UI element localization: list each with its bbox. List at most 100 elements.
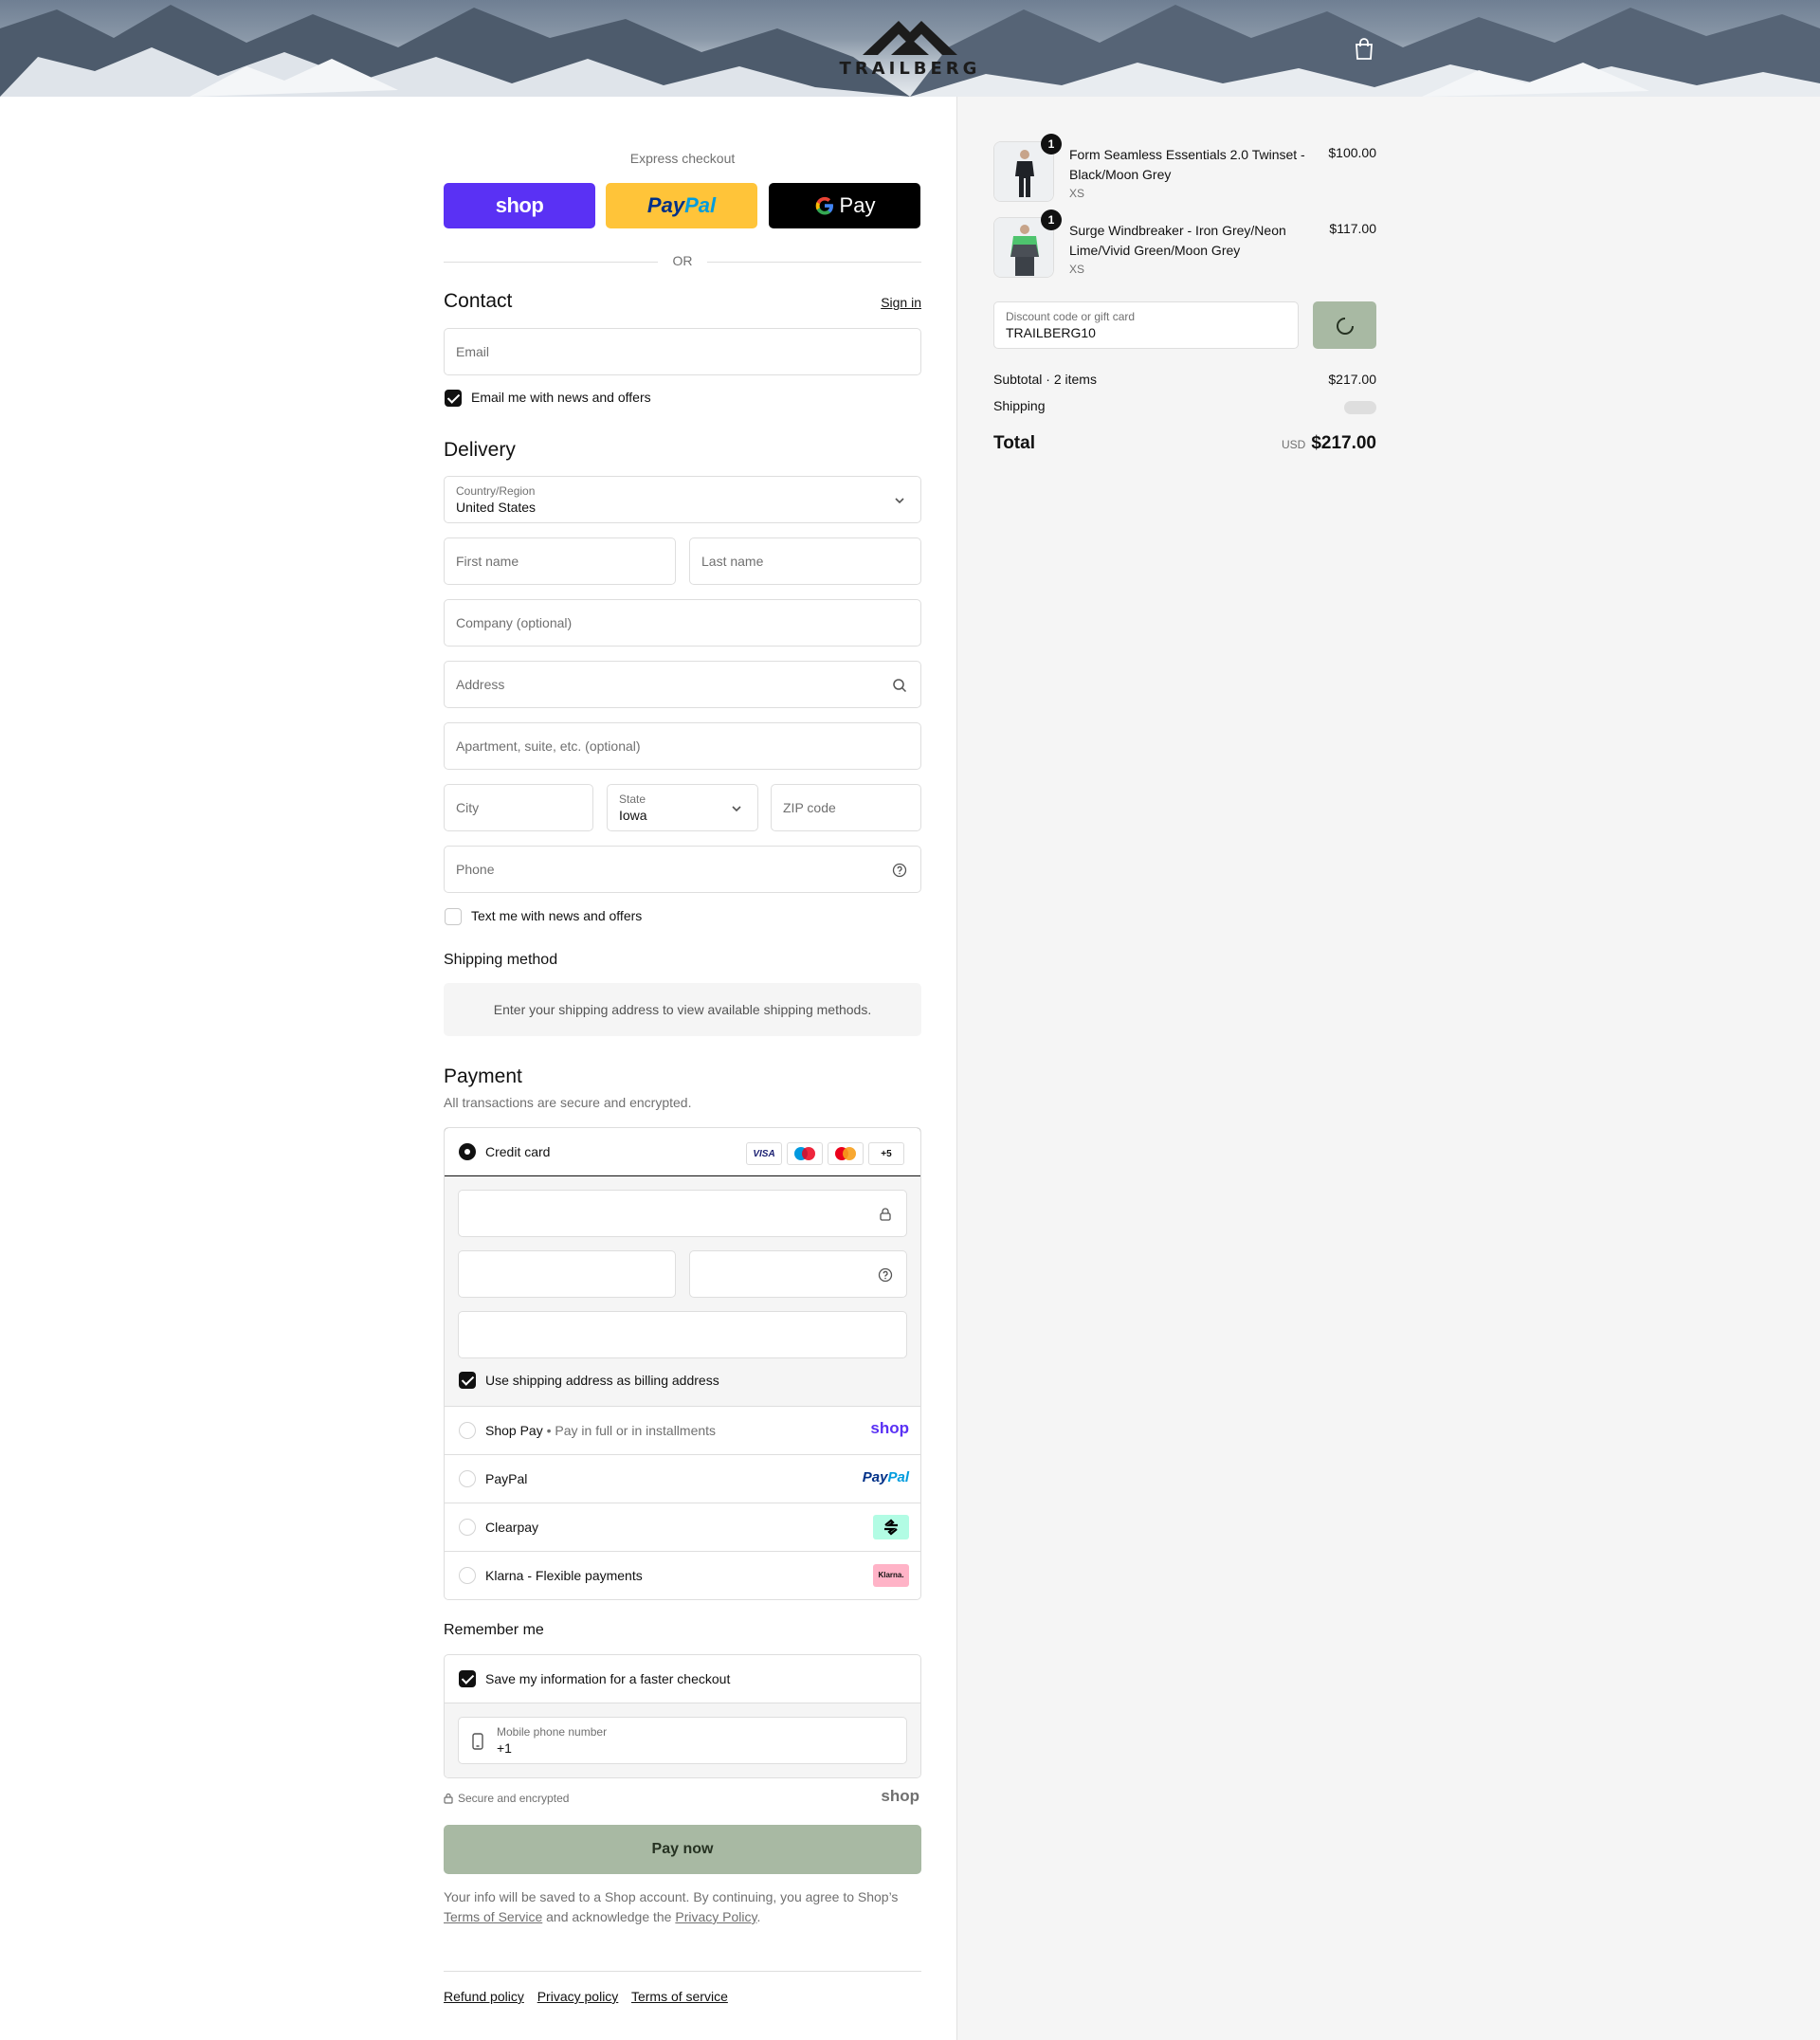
clearpay-label: Clearpay <box>485 1520 539 1535</box>
help-circle-icon[interactable] <box>878 1267 893 1283</box>
expiration-date-field[interactable] <box>458 1250 676 1298</box>
email-placeholder-text: Email <box>456 344 490 359</box>
shop-pay-radio[interactable] <box>459 1422 476 1439</box>
help-circle-icon[interactable] <box>892 863 907 878</box>
shipping-label: Shipping <box>993 398 1046 413</box>
order-summary-panel <box>956 97 1820 2040</box>
zip-placeholder: ZIP code <box>783 800 836 815</box>
country-select[interactable]: Country/Region United States <box>444 476 921 523</box>
header-banner: TRAILBERG <box>0 0 1820 97</box>
klarna-option[interactable]: Klarna - Flexible payments Klarna. <box>445 1552 920 1599</box>
paypal-express-button[interactable]: Pay Pal <box>606 183 757 228</box>
shop-pay-option[interactable]: Shop Pay • Pay in full or in installment… <box>445 1407 920 1455</box>
clearpay-option[interactable]: Clearpay <box>445 1503 920 1552</box>
company-field[interactable]: Company (optional) <box>444 599 921 647</box>
shop-pay-sub: Pay in full or in installments <box>555 1423 717 1438</box>
terms-of-service-link[interactable]: Terms of Service <box>444 1909 542 1924</box>
save-info-checkbox[interactable] <box>459 1670 476 1687</box>
lock-icon <box>444 1793 453 1804</box>
more-cards-badge: +5 <box>868 1142 904 1165</box>
discount-value: TRAILBERG10 <box>1006 325 1096 340</box>
state-label: State <box>619 792 646 806</box>
first-name-field[interactable]: First name <box>444 537 676 585</box>
credit-card-radio[interactable] <box>459 1143 476 1160</box>
credit-card-form: Use shipping address as billing address <box>445 1176 920 1407</box>
total-amount: USD $217.00 <box>1282 433 1376 454</box>
sms-news-checkbox[interactable] <box>445 908 462 925</box>
total-label: Total <box>993 433 1035 453</box>
shop-pay-express-button[interactable]: shop <box>444 183 595 228</box>
visa-icon: VISA <box>746 1142 782 1165</box>
discount-code-field[interactable]: Discount code or gift card TRAILBERG10 <box>993 301 1299 349</box>
privacy-policy-footer-link[interactable]: Privacy policy <box>537 1989 619 2004</box>
shopping-bag-icon[interactable] <box>1354 38 1374 61</box>
address-field[interactable]: Address <box>444 661 921 708</box>
remember-me-box: Save my information for a faster checkou… <box>444 1654 921 1778</box>
subtotal-row: Subtotal · 2 items $217.00 <box>993 372 1376 387</box>
sign-in-link[interactable]: Sign in <box>881 295 921 310</box>
refund-policy-link[interactable]: Refund policy <box>444 1989 524 2004</box>
billing-same-checkbox[interactable] <box>459 1372 476 1389</box>
country-label: Country/Region <box>456 484 536 498</box>
apartment-placeholder: Apartment, suite, etc. (optional) <box>456 738 641 754</box>
legal-text-1: Your info will be saved to a Shop accoun… <box>444 1889 899 1904</box>
zip-field[interactable]: ZIP code <box>771 784 921 831</box>
shipping-method-heading: Shipping method <box>444 952 558 968</box>
last-name-field[interactable]: Last name <box>689 537 921 585</box>
mountain-logo-icon <box>863 21 957 55</box>
express-checkout-title: Express checkout <box>629 151 736 166</box>
credit-card-label: Credit card <box>485 1144 551 1159</box>
credit-card-option[interactable]: Credit card VISA +5 <box>445 1128 920 1176</box>
state-select[interactable]: State Iowa <box>607 784 758 831</box>
privacy-policy-link[interactable]: Privacy Policy <box>675 1909 756 1924</box>
mobile-phone-value: +1 <box>497 1740 512 1756</box>
or-label: OR <box>672 253 693 268</box>
remember-me-heading: Remember me <box>444 1622 544 1638</box>
email-news-checkbox[interactable] <box>445 390 462 407</box>
paypal-option[interactable]: PayPal PayPal <box>445 1455 920 1503</box>
paypal-logo: PayPal <box>863 1469 909 1485</box>
shipping-row: Shipping <box>993 398 1376 414</box>
terms-of-service-footer-link[interactable]: Terms of service <box>631 1989 728 2004</box>
phone-field[interactable]: Phone <box>444 846 921 893</box>
sms-news-label: Text me with news and offers <box>471 908 643 923</box>
item-price: $100.00 <box>1328 145 1376 160</box>
clearpay-radio[interactable] <box>459 1519 476 1536</box>
subtotal-label: Subtotal · 2 items <box>993 372 1097 387</box>
name-on-card-field[interactable] <box>458 1311 907 1358</box>
email-news-label: Email me with news and offers <box>471 390 651 405</box>
klarna-radio[interactable] <box>459 1567 476 1584</box>
paypal-logo-part1: Pay <box>862 1469 888 1485</box>
apartment-field[interactable]: Apartment, suite, etc. (optional) <box>444 722 921 770</box>
first-name-placeholder: First name <box>456 554 519 569</box>
google-g-icon <box>815 196 833 215</box>
apply-discount-button[interactable] <box>1313 301 1376 349</box>
country-value: United States <box>456 500 537 515</box>
paypal-radio[interactable] <box>459 1470 476 1487</box>
paypal-label: PayPal <box>485 1471 528 1486</box>
shop-pay-label: Shop Pay • Pay in full or in installment… <box>485 1423 717 1438</box>
card-number-field[interactable] <box>458 1190 907 1237</box>
item-price: $117.00 <box>1329 221 1376 236</box>
footer-divider <box>444 1971 921 1972</box>
pay-now-button[interactable]: Pay now <box>444 1825 921 1874</box>
security-code-field[interactable] <box>689 1250 907 1298</box>
clearpay-logo-icon <box>873 1515 909 1539</box>
footer-links: Refund policy Privacy policy Terms of se… <box>444 1989 737 2004</box>
trailberg-logo[interactable]: TRAILBERG <box>834 15 986 82</box>
state-value: Iowa <box>619 808 647 823</box>
google-pay-express-button[interactable]: Pay <box>769 183 920 228</box>
company-placeholder: Company (optional) <box>456 615 573 630</box>
paypal-logo-part1: Pay <box>646 193 685 217</box>
legal-notice: Your info will be saved to a Shop accoun… <box>444 1887 921 1927</box>
email-field[interactable]: Email <box>444 328 921 375</box>
remember-me-phone-section: Mobile phone number +1 <box>445 1703 920 1777</box>
paypal-logo-part2: Pal <box>887 1469 909 1485</box>
mobile-phone-label: Mobile phone number <box>497 1725 608 1739</box>
billing-same-label: Use shipping address as billing address <box>485 1373 719 1388</box>
mobile-phone-field[interactable]: Mobile phone number +1 <box>458 1717 907 1764</box>
cart-item: 1 Form Seamless Essentials 2.0 Twinset -… <box>993 134 1376 208</box>
city-field[interactable]: City <box>444 784 593 831</box>
discount-label: Discount code or gift card <box>1006 310 1136 323</box>
payment-subtitle: All transactions are secure and encrypte… <box>444 1095 692 1110</box>
